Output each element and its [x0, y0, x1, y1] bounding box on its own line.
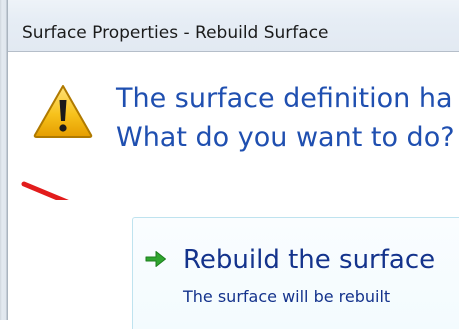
title-bar[interactable]: Surface Properties - Rebuild Surface — [8, 0, 459, 52]
main-instruction: The surface definition ha What do you wa… — [116, 79, 455, 157]
window-title: Surface Properties - Rebuild Surface — [22, 23, 329, 43]
task-dialog: Surface Properties - Rebuild Surface The… — [0, 0, 459, 329]
main-instruction-line-2: What do you want to do? — [116, 122, 455, 153]
dialog-content: The surface definition ha What do you wa… — [8, 52, 459, 329]
warning-icon — [33, 85, 93, 138]
green-arrow-icon — [145, 251, 166, 267]
rebuild-surface-command-link[interactable]: Rebuild the surface The surface will be … — [132, 217, 459, 329]
window-frame-left — [0, 0, 8, 320]
command-link-description: The surface will be rebuilt — [183, 287, 391, 306]
command-link-title: Rebuild the surface — [183, 245, 436, 275]
main-instruction-line-1: The surface definition ha — [116, 83, 453, 114]
